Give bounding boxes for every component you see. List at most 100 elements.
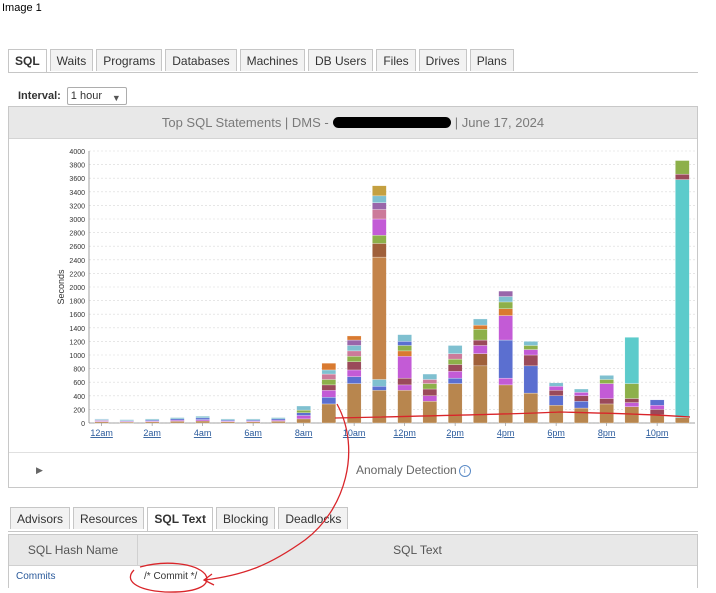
bar-segment <box>599 379 614 384</box>
tab-waits[interactable]: Waits <box>49 49 94 71</box>
y-tick-label: 2000 <box>69 285 85 292</box>
chart-title-left: Top SQL Statements | DMS - <box>161 115 329 130</box>
tab-files[interactable]: Files <box>376 49 416 71</box>
bar-segment <box>548 405 564 424</box>
bar-segment <box>624 337 640 384</box>
bar-segment <box>523 341 539 346</box>
bar-segment <box>397 356 412 379</box>
tab-plans[interactable]: Plans <box>469 49 514 71</box>
bar-segment <box>397 345 412 352</box>
x-tick-label: 8pm <box>598 428 616 438</box>
column-header-sql-text[interactable]: SQL Text <box>137 535 697 565</box>
bar-segment <box>473 329 488 341</box>
column-header-hash[interactable]: SQL Hash Name <box>9 535 137 565</box>
bottom-tab-strip: Advisors Resources SQL Text Blocking Deadloc… <box>10 507 351 531</box>
bar-segment <box>372 185 387 197</box>
bar-segment <box>144 418 160 421</box>
bar-segment <box>599 375 614 380</box>
y-tick-label: 400 <box>73 394 85 401</box>
bar-segment <box>119 419 135 421</box>
bar-segment <box>548 382 564 387</box>
tab-databases[interactable]: Databases <box>165 49 237 71</box>
bar-segment <box>220 418 236 421</box>
bar-segment <box>94 421 109 424</box>
x-tick-label: 8am <box>295 428 313 438</box>
bar-segment <box>675 160 690 175</box>
tab-advisors[interactable]: Advisors <box>10 507 71 529</box>
bar-segment <box>675 179 690 418</box>
bar-segment <box>473 324 488 330</box>
bar-segment <box>94 418 109 420</box>
bar-segment <box>372 209 387 220</box>
y-tick-label: 600 <box>73 380 85 387</box>
bar-segment <box>321 379 337 386</box>
bar-segment <box>574 401 589 409</box>
bar-segment <box>422 373 438 380</box>
bar-segment <box>372 202 387 210</box>
image-caption: Image 1 <box>2 2 42 14</box>
bar-segment <box>523 365 539 394</box>
tab-sql[interactable]: SQL <box>8 49 47 73</box>
y-tick-label: 3400 <box>69 190 85 197</box>
bar-segment <box>346 335 362 341</box>
interval-control: Interval: 1 hour ▼ <box>18 87 127 105</box>
x-tick-label: 2am <box>143 428 161 438</box>
sql-text-cell: /* Commit */ <box>144 571 198 582</box>
bar-segment <box>372 195 387 203</box>
bar-segment <box>321 403 337 424</box>
bar-segment <box>498 290 513 297</box>
bar-segment <box>397 390 412 424</box>
bar-segment <box>346 361 362 371</box>
tab-machines[interactable]: Machines <box>239 49 305 71</box>
y-tick-label: 1000 <box>69 353 85 360</box>
bar-segment <box>372 379 387 387</box>
bar-segment <box>346 383 362 424</box>
bar-segment <box>195 420 210 424</box>
tab-blocking[interactable]: Blocking <box>215 507 276 529</box>
chart-title-right: | June 17, 2024 <box>454 115 545 130</box>
bar-segment <box>372 256 387 380</box>
bar-segment <box>447 345 463 354</box>
bar-segment <box>372 243 387 258</box>
x-tick-label: 10am <box>343 428 366 438</box>
anomaly-detection-toggle[interactable]: Anomaly Detection i <box>356 463 471 477</box>
bar-segment <box>649 405 665 410</box>
y-tick-label: 2800 <box>69 231 85 238</box>
expand-arrow-icon[interactable]: ▶ <box>36 465 43 476</box>
tab-resources[interactable]: Resources <box>73 507 145 529</box>
bar-segment <box>498 296 513 303</box>
bar-segment <box>649 409 665 415</box>
bar-segment <box>473 345 488 354</box>
bar-segment <box>220 421 236 424</box>
info-icon[interactable]: i <box>458 465 471 477</box>
tab-drives[interactable]: Drives <box>418 49 467 71</box>
y-tick-label: 1200 <box>69 339 85 346</box>
bar-segment <box>321 369 337 375</box>
y-tick-label: 1800 <box>69 299 85 306</box>
tab-sql-text[interactable]: SQL Text <box>147 507 213 531</box>
bar-segment <box>523 392 539 424</box>
y-tick-label: 3000 <box>69 217 85 224</box>
y-axis-label: Seconds <box>56 269 66 305</box>
bar-segment <box>498 339 513 379</box>
y-tick-label: 3200 <box>69 203 85 210</box>
bar-segment <box>170 421 185 424</box>
tab-deadlocks[interactable]: Deadlocks <box>278 507 349 529</box>
y-tick-label: 2600 <box>69 244 85 251</box>
bar-segment <box>422 401 438 424</box>
bar-segment <box>372 218 387 236</box>
bar-segment <box>271 420 286 422</box>
bar-segment <box>548 386 564 391</box>
bar-segment <box>245 418 261 421</box>
bar-segment <box>397 341 412 346</box>
tab-db-users[interactable]: DB Users <box>307 49 374 71</box>
grid-header: SQL Hash Name SQL Text <box>9 535 697 566</box>
table-row[interactable]: Commits /* Commit */ <box>9 566 697 588</box>
bar-segment <box>675 173 690 180</box>
interval-select[interactable]: 1 hour ▼ <box>66 87 127 105</box>
tab-programs[interactable]: Programs <box>96 49 163 71</box>
bar-segment <box>144 419 160 422</box>
bar-segment <box>346 356 362 362</box>
bar-segment <box>599 398 614 405</box>
sql-hash-link[interactable]: Commits <box>9 566 137 588</box>
